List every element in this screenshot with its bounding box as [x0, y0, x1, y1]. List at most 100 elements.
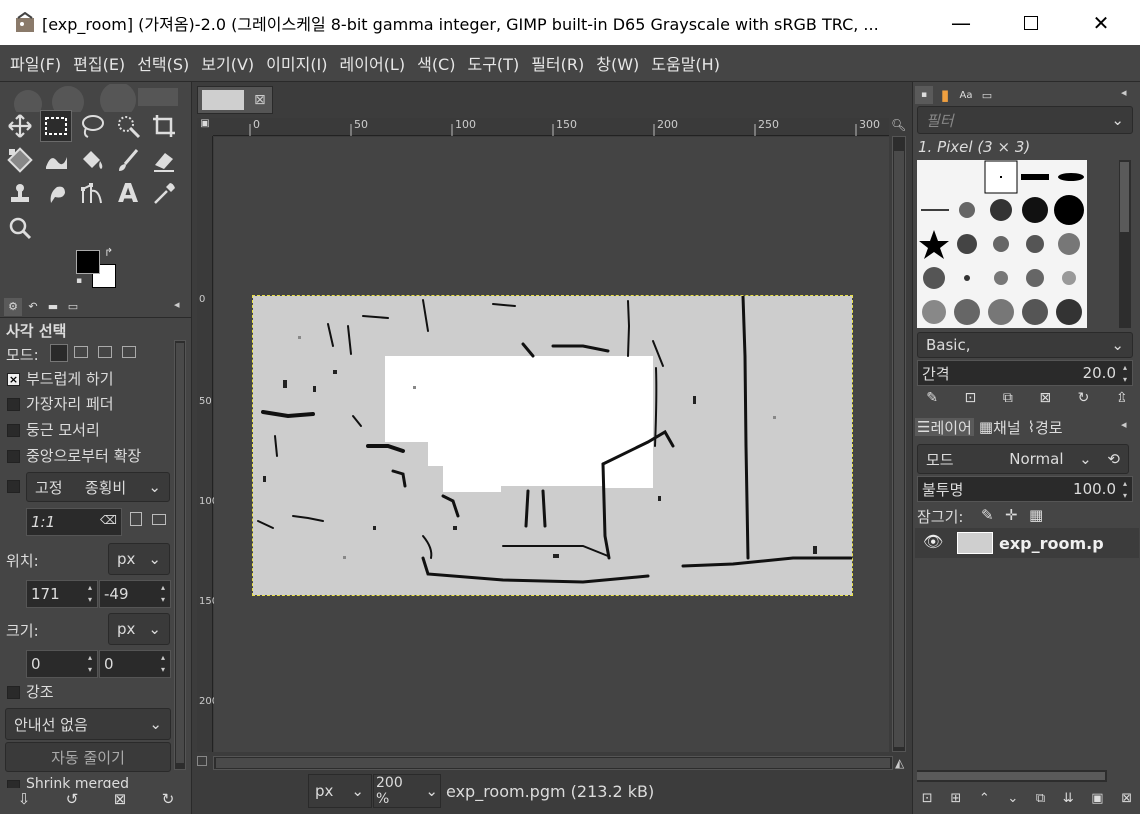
new-layer-icon[interactable]: ⊡	[922, 791, 933, 806]
visibility-eye-icon[interactable]: 👁︎	[923, 532, 943, 551]
horizontal-ruler[interactable]: 0 50 100 150 200 250 300	[213, 118, 889, 136]
paths-tab[interactable]: ⌇ 경로	[1026, 418, 1065, 437]
expand-center-checkbox[interactable]	[7, 450, 20, 463]
portrait-icon[interactable]	[130, 512, 142, 526]
brush-grid[interactable]	[917, 160, 1087, 328]
canvas-vertical-scrollbar[interactable]	[892, 136, 906, 752]
brush-spacing-input[interactable]: 간격 20.0 ▴ ▾	[917, 360, 1133, 386]
mode-intersect-button[interactable]	[122, 346, 136, 358]
channels-tab[interactable]: ▦ 채널	[977, 418, 1023, 437]
menu-help[interactable]: 도움말(H)	[645, 51, 726, 75]
position-y-input[interactable]: -49 ▴ ▾	[99, 580, 171, 608]
tool-options-scrollbar[interactable]	[174, 340, 186, 770]
spin-arrows-icon[interactable]: ▴ ▾	[158, 582, 168, 606]
mode-replace-button[interactable]	[50, 344, 68, 362]
restore-options-icon[interactable]: ↺	[66, 790, 79, 808]
panel-menu-icon[interactable]: ◂	[1121, 418, 1127, 431]
fg-bg-colors[interactable]: ↱ ▪	[76, 246, 120, 290]
swap-colors-icon[interactable]: ↱	[104, 246, 113, 259]
open-brush-icon[interactable]: ⇫	[1116, 390, 1128, 406]
panel-menu-icon[interactable]: ◂	[174, 298, 180, 311]
maximize-button[interactable]	[996, 0, 1066, 45]
quick-mask-corner[interactable]: ▣	[197, 118, 213, 136]
unified-transform-tool[interactable]	[4, 144, 36, 176]
brushes-tab[interactable]: ▪	[915, 86, 933, 104]
reset-options-icon[interactable]: ↻	[162, 790, 175, 808]
zoom-tool[interactable]	[4, 212, 36, 244]
color-picker-tool[interactable]	[148, 178, 180, 210]
clear-icon[interactable]: ⌫	[100, 513, 117, 527]
layers-horizontal-scrollbar[interactable]	[917, 770, 1107, 782]
menu-tools[interactable]: 도구(T)	[461, 51, 525, 75]
brush-grid-scrollbar[interactable]	[1119, 160, 1131, 328]
crop-tool[interactable]	[148, 110, 180, 142]
panel-menu-icon[interactable]: ◂	[1121, 86, 1127, 99]
menu-filters[interactable]: 필터(R)	[525, 51, 590, 75]
spin-arrows-icon[interactable]: ▴ ▾	[1120, 362, 1130, 386]
canvas-viewport[interactable]	[214, 137, 889, 752]
menu-colors[interactable]: 색(C)	[411, 51, 461, 75]
document-history-tab[interactable]: ▭	[978, 86, 996, 104]
paths-tool[interactable]	[76, 178, 108, 210]
save-options-icon[interactable]: ⇩	[18, 790, 31, 808]
undo-history-tab[interactable]: ▬	[44, 298, 62, 316]
bucket-fill-tool[interactable]	[76, 144, 108, 176]
brush-preset-combo[interactable]: Basic, ⌄	[917, 332, 1133, 358]
close-tab-icon[interactable]: ⊠	[254, 92, 266, 108]
rect-select-tool[interactable]	[40, 110, 72, 142]
edit-brush-icon[interactable]: ✎	[926, 390, 938, 406]
lock-pixels-icon[interactable]: ✎	[981, 506, 994, 524]
spin-arrows-icon[interactable]: ▴ ▾	[1120, 478, 1130, 502]
position-x-input[interactable]: 171 ▴ ▾	[26, 580, 98, 608]
image-canvas[interactable]	[252, 294, 853, 596]
merge-layer-icon[interactable]: ⇊	[1063, 791, 1074, 806]
layer-mode-combo[interactable]: 모드 Normal ⌄ ⟲	[917, 444, 1129, 474]
layer-mask-icon[interactable]: ▣	[1091, 791, 1103, 806]
new-layer-group-icon[interactable]: ⊞	[950, 791, 961, 806]
lasso-tool[interactable]	[76, 110, 108, 142]
smudge-tool[interactable]	[40, 178, 72, 210]
feather-checkbox[interactable]	[7, 398, 20, 411]
mode-subtract-button[interactable]	[98, 346, 112, 358]
foreground-color-swatch[interactable]	[76, 250, 100, 274]
delete-layer-icon[interactable]: ⊠	[1121, 791, 1132, 806]
tool-options-tab[interactable]: ⚙	[4, 297, 22, 316]
paintbrush-tool[interactable]	[112, 144, 144, 176]
move-tool[interactable]	[4, 110, 36, 142]
rounded-corners-checkbox[interactable]	[7, 424, 20, 437]
lock-position-icon[interactable]: ✛	[1005, 506, 1018, 524]
eraser-tool[interactable]	[148, 144, 180, 176]
mode-add-button[interactable]	[74, 346, 88, 358]
landscape-icon[interactable]	[152, 514, 166, 525]
size-width-input[interactable]: 0 ▴ ▾	[26, 650, 98, 678]
zoom-image-icon[interactable]: 🔍︎	[891, 118, 906, 132]
layers-tab[interactable]: ☰ 레이어	[915, 418, 974, 437]
text-tool[interactable]: A	[112, 178, 144, 210]
position-unit-combo[interactable]: px ⌄	[108, 543, 170, 575]
composite-mode-icon[interactable]: ⟲	[1107, 450, 1120, 468]
fixed-checkbox[interactable]	[7, 480, 20, 493]
aspect-ratio-input[interactable]: 1:1 ⌫	[26, 508, 122, 536]
fixed-combo[interactable]: 고정 종횡비 ⌄	[26, 472, 170, 502]
raise-layer-icon[interactable]: ⌃	[979, 791, 990, 806]
duplicate-brush-icon[interactable]: ⧉	[1003, 390, 1013, 406]
warp-tool[interactable]	[40, 144, 72, 176]
fuzzy-select-tool[interactable]	[112, 110, 144, 142]
brush-filter-input[interactable]: 필터 ⌄	[917, 106, 1133, 134]
lock-alpha-icon[interactable]: ▦	[1029, 506, 1043, 524]
patterns-tab[interactable]: ▮	[936, 86, 954, 104]
spin-arrows-icon[interactable]: ▴ ▾	[85, 652, 95, 676]
fonts-tab[interactable]: Aa	[957, 86, 975, 104]
image-tab[interactable]: ⊠	[197, 86, 273, 114]
size-unit-combo[interactable]: px ⌄	[108, 613, 170, 645]
guides-combo[interactable]: 안내선 없음 ⌄	[5, 708, 171, 740]
layer-row[interactable]: 👁︎ exp_room.p	[915, 528, 1139, 558]
zoom-combo[interactable]: 200 % ⌄	[373, 774, 441, 808]
spin-arrows-icon[interactable]: ▴ ▾	[85, 582, 95, 606]
layer-opacity-input[interactable]: 불투명 100.0 ▴ ▾	[917, 476, 1133, 502]
status-unit-combo[interactable]: px ⌄	[308, 774, 372, 808]
menu-windows[interactable]: 창(W)	[590, 51, 645, 75]
highlight-checkbox[interactable]	[7, 686, 20, 699]
antialias-checkbox[interactable]: ×	[7, 373, 20, 386]
canvas-horizontal-scrollbar[interactable]	[213, 756, 893, 770]
